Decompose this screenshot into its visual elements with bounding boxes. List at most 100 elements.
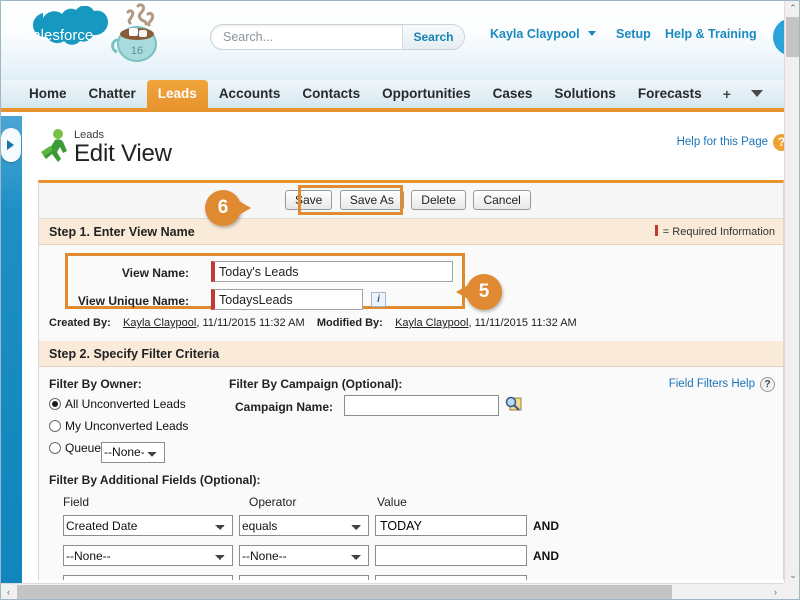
column-header-field: Field bbox=[63, 495, 90, 509]
owner-option-my-unconverted-label: My Unconverted Leads bbox=[65, 419, 189, 433]
edit-view-panel: Save Save As Delete Cancel Step 1. Enter… bbox=[38, 180, 784, 580]
scroll-left-arrow-icon[interactable]: ‹ bbox=[0, 584, 17, 600]
tab-opportunities[interactable]: Opportunities bbox=[371, 80, 482, 108]
view-name-row: View Name: bbox=[39, 261, 783, 287]
filter-conjunction-3: AND bbox=[533, 579, 559, 581]
filter-conjunction-1: AND bbox=[533, 518, 559, 533]
sidebar-rail bbox=[0, 116, 22, 594]
modified-by-date: , 11/11/2015 11:32 AM bbox=[468, 317, 577, 329]
filter-field-select-1[interactable]: Created Date bbox=[63, 515, 233, 536]
step1-body: View Name: View Unique Name: i Created B… bbox=[39, 245, 783, 341]
callout-pointer-icon bbox=[239, 201, 251, 215]
step2-heading: Step 2. Specify Filter Criteria bbox=[49, 347, 220, 361]
view-name-label: View Name: bbox=[121, 266, 189, 280]
created-by-label: Created By: bbox=[49, 317, 111, 329]
modified-by-user-link[interactable]: Kayla Claypool bbox=[395, 317, 468, 329]
info-icon[interactable]: i bbox=[371, 292, 386, 307]
main-content: Leads Edit View Help for this Page ? Sav… bbox=[22, 116, 790, 580]
filter-value-input-1[interactable] bbox=[375, 515, 527, 536]
scroll-right-arrow-icon[interactable]: › bbox=[767, 584, 784, 600]
created-by-user-link[interactable]: Kayla Claypool bbox=[123, 317, 196, 329]
filter-field-select-3[interactable]: --None-- bbox=[63, 575, 233, 580]
radio-all-unconverted-icon[interactable] bbox=[49, 398, 61, 410]
vertical-scrollbar[interactable]: ⌃ ⌄ bbox=[784, 0, 800, 600]
filter-row: Created Date equals AND bbox=[63, 515, 559, 536]
tab-solutions[interactable]: Solutions bbox=[543, 80, 627, 108]
view-unique-name-input[interactable] bbox=[211, 289, 363, 310]
filter-operator-select-1[interactable]: equals bbox=[239, 515, 369, 536]
queue-select[interactable]: --None-- bbox=[101, 441, 166, 463]
filter-value-input-2[interactable] bbox=[375, 545, 527, 566]
owner-option-queue[interactable]: Queue --None-- bbox=[49, 441, 166, 463]
scroll-down-arrow-icon[interactable]: ⌄ bbox=[785, 567, 800, 583]
field-filters-help-icon[interactable]: ? bbox=[760, 377, 775, 392]
campaign-name-label: Campaign Name: bbox=[235, 400, 334, 414]
search-input[interactable] bbox=[211, 25, 402, 49]
filter-operator-select-2[interactable]: --None-- bbox=[239, 545, 369, 566]
scroll-up-arrow-icon[interactable]: ⌃ bbox=[785, 0, 800, 16]
required-information-label: = Required Information bbox=[662, 226, 775, 238]
callout-badge-5-label: 5 bbox=[478, 281, 490, 302]
coffee-mug-icon: 16 bbox=[108, 2, 170, 66]
help-training-link[interactable]: Help & Training bbox=[665, 27, 757, 41]
help-for-this-page-link[interactable]: Help for this Page bbox=[677, 136, 768, 148]
save-as-button[interactable]: Save As bbox=[339, 190, 404, 210]
created-by-date: , 11/11/2015 11:32 AM bbox=[196, 317, 305, 329]
global-search[interactable]: Search bbox=[210, 24, 465, 50]
filter-row: --None-- --None-- AND bbox=[63, 545, 559, 566]
step2-body: Filter By Owner: All Unconverted Leads M… bbox=[39, 367, 783, 580]
setup-link[interactable]: Setup bbox=[616, 27, 651, 41]
field-filters-help-link[interactable]: Field Filters Help bbox=[669, 378, 755, 390]
tab-home[interactable]: Home bbox=[18, 80, 78, 108]
chevron-right-icon bbox=[7, 140, 14, 150]
tab-chatter[interactable]: Chatter bbox=[78, 80, 147, 108]
tab-contacts[interactable]: Contacts bbox=[291, 80, 371, 108]
campaign-name-input[interactable] bbox=[344, 395, 499, 416]
radio-my-unconverted-icon[interactable] bbox=[49, 420, 61, 432]
view-name-input[interactable] bbox=[211, 261, 453, 282]
tab-accounts[interactable]: Accounts bbox=[208, 80, 292, 108]
owner-option-my-unconverted[interactable]: My Unconverted Leads bbox=[49, 419, 188, 433]
tab-overflow-chevron-down-icon[interactable] bbox=[741, 80, 773, 108]
required-information-note: = Required Information bbox=[654, 219, 775, 245]
action-button-row: Save Save As Delete Cancel bbox=[39, 183, 783, 219]
radio-queue-icon[interactable] bbox=[49, 442, 61, 454]
salesforce-edit-view-page: salesforce 16 Search... Search Kayla Cla… bbox=[0, 0, 800, 600]
callout-pointer-icon bbox=[456, 285, 468, 299]
view-unique-name-label: View Unique Name: bbox=[77, 294, 189, 308]
filter-value-input-3[interactable] bbox=[375, 575, 527, 580]
action-buttons: Save Save As Delete Cancel bbox=[285, 190, 534, 210]
step1-heading: Step 1. Enter View Name bbox=[49, 225, 195, 239]
salesforce-logo[interactable]: salesforce bbox=[13, 5, 108, 64]
tab-cases[interactable]: Cases bbox=[482, 80, 544, 108]
delete-button[interactable]: Delete bbox=[411, 190, 466, 210]
search-button[interactable]: Search bbox=[402, 25, 464, 49]
logo-text-label: salesforce bbox=[25, 27, 93, 44]
tab-forecasts[interactable]: Forecasts bbox=[627, 80, 713, 108]
sidebar-expand-button[interactable] bbox=[1, 128, 21, 162]
horizontal-scrollbar-thumb[interactable] bbox=[17, 585, 672, 600]
page-header: Leads Edit View Help for this Page ? bbox=[22, 116, 790, 178]
mug-number-label: 16 bbox=[131, 45, 143, 57]
page-title: Edit View bbox=[74, 140, 172, 167]
callout-badge-5: 5 bbox=[456, 274, 502, 310]
owner-option-queue-label: Queue bbox=[65, 441, 102, 455]
global-header: salesforce 16 Search... Search Kayla Cla… bbox=[0, 0, 800, 80]
leads-runner-icon bbox=[38, 128, 72, 164]
horizontal-scrollbar[interactable]: ‹ › bbox=[0, 583, 784, 600]
svg-text:salesforce: salesforce bbox=[25, 27, 93, 44]
filter-operator-select-3[interactable]: --None-- bbox=[239, 575, 369, 580]
cancel-button[interactable]: Cancel bbox=[473, 190, 531, 210]
owner-option-all-unconverted[interactable]: All Unconverted Leads bbox=[49, 397, 186, 411]
campaign-lookup-icon[interactable] bbox=[505, 396, 522, 413]
required-marker-icon bbox=[654, 225, 658, 236]
add-tab-icon[interactable]: + bbox=[713, 80, 741, 108]
save-button[interactable]: Save bbox=[285, 190, 333, 210]
callout-badge-6-label: 6 bbox=[217, 197, 229, 218]
filter-row: --None-- --None-- AND bbox=[63, 575, 559, 580]
user-menu[interactable]: Kayla Claypool bbox=[490, 27, 597, 41]
vertical-scrollbar-thumb[interactable] bbox=[786, 17, 800, 57]
filter-field-select-2[interactable]: --None-- bbox=[63, 545, 233, 566]
tab-leads[interactable]: Leads bbox=[146, 80, 208, 108]
filter-conjunction-2: AND bbox=[533, 548, 559, 563]
